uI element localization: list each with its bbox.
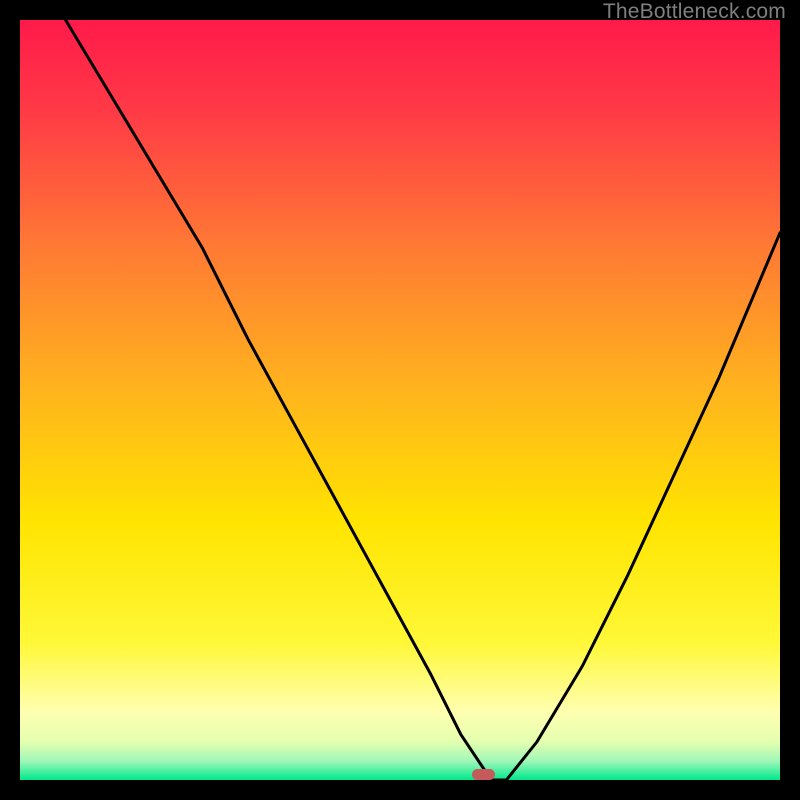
optimum-marker [472, 769, 495, 780]
bottleneck-curve-svg [20, 20, 780, 780]
bottleneck-curve [66, 20, 780, 780]
chart-frame: TheBottleneck.com [0, 0, 800, 800]
watermark-text: TheBottleneck.com [603, 0, 786, 24]
plot-area [20, 20, 780, 780]
